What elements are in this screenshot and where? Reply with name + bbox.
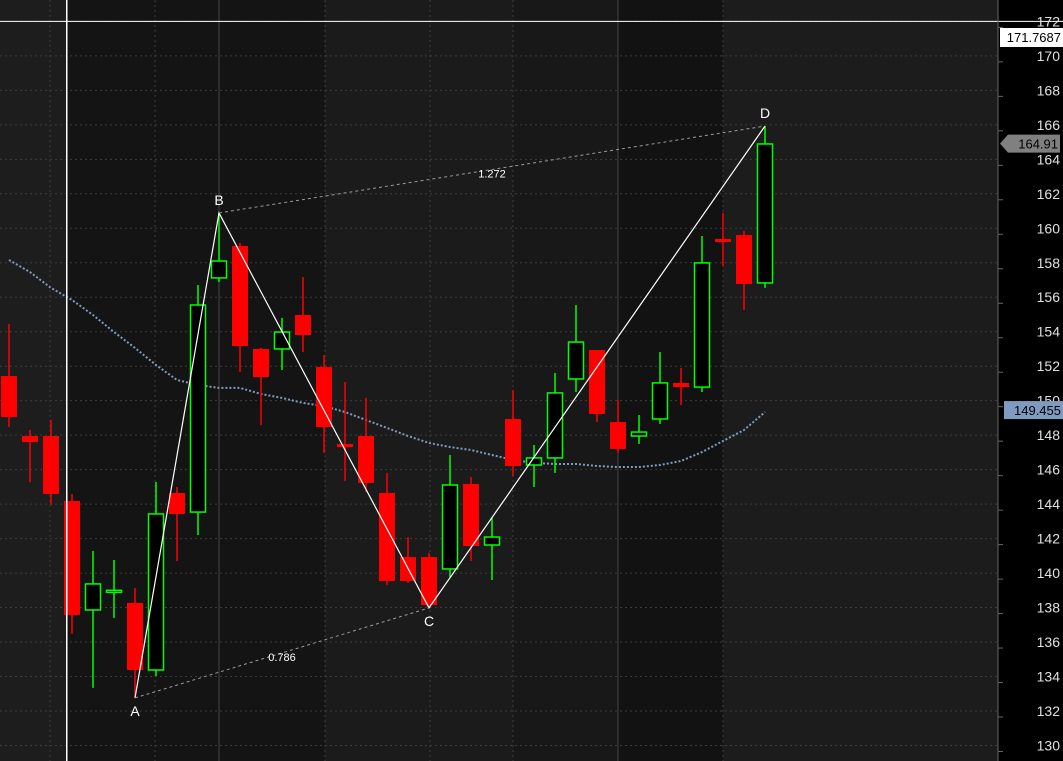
- candle-body: [210, 260, 228, 279]
- candle-body: [232, 246, 248, 347]
- axis-tick-label: 168: [1037, 82, 1061, 98]
- candle-body: [567, 341, 585, 380]
- candle-body: [483, 536, 501, 546]
- axis-tick-label: 170: [1037, 48, 1061, 64]
- candle-body: [610, 422, 626, 449]
- background-band: [325, 0, 513, 761]
- candle-body: [295, 314, 311, 335]
- candle-body: [546, 392, 564, 459]
- pattern-point-label: B: [214, 192, 223, 208]
- candle-body: [127, 602, 143, 670]
- bullish-candle: [189, 284, 207, 535]
- candle-body: [1, 376, 17, 418]
- axis-tick-label: 156: [1037, 289, 1061, 305]
- axis-tick-label: 166: [1037, 117, 1061, 133]
- axis-tick-label: 136: [1037, 634, 1061, 650]
- ma-value-label: 149.455: [1014, 403, 1061, 418]
- candle-body: [43, 436, 59, 494]
- bearish-candle: [589, 349, 605, 423]
- candle-body: [147, 513, 165, 671]
- axis-tick-label: 140: [1037, 565, 1061, 581]
- candle-body: [673, 382, 689, 388]
- crosshair-price-label: 171.7687: [1007, 30, 1061, 45]
- candle-body: [169, 492, 185, 514]
- axis-tick-label: 158: [1037, 255, 1061, 271]
- axis-tick-label: 130: [1037, 737, 1061, 753]
- candle-body: [715, 238, 731, 243]
- candle-body: [463, 483, 479, 547]
- candle-body: [756, 143, 774, 284]
- axis-tick-label: 144: [1037, 496, 1061, 512]
- axis-tick-label: 154: [1037, 324, 1061, 340]
- candlestick-chart[interactable]: 0.786 1.272 A B C D 130 132 134 136 138 140 142 144 1…: [0, 0, 1063, 761]
- pattern-point-label: A: [130, 703, 140, 719]
- candle-body: [253, 348, 269, 378]
- last-price-label: 164.91: [1018, 137, 1058, 152]
- axis-tick-label: 160: [1037, 220, 1061, 236]
- axis-tick-label: 142: [1037, 531, 1061, 547]
- candle-body: [630, 431, 648, 437]
- axis-tick-label: 172: [1037, 13, 1061, 29]
- candle-body: [505, 418, 521, 467]
- bullish-candle: [756, 126, 774, 288]
- candle-body: [651, 382, 669, 420]
- candle-body: [84, 583, 102, 611]
- candle-body: [358, 436, 374, 483]
- candle-body: [337, 443, 353, 448]
- axis-tick-label: 152: [1037, 358, 1061, 374]
- candle-body: [736, 235, 752, 284]
- candle-body: [105, 589, 123, 594]
- axis-tick-label: 148: [1037, 427, 1061, 443]
- candle-body: [693, 262, 711, 388]
- candle-body: [22, 436, 38, 443]
- axis-tick-label: 162: [1037, 186, 1061, 202]
- pattern-point-label: D: [760, 105, 770, 121]
- axis-tick-label: 146: [1037, 462, 1061, 478]
- axis-tick-label: 138: [1037, 600, 1061, 616]
- candle-body: [379, 492, 395, 582]
- axis-tick-label: 164: [1037, 151, 1061, 167]
- axis-tick-label: 134: [1037, 669, 1061, 685]
- ratio-label: 1.272: [478, 168, 506, 180]
- ratio-label: 0.786: [268, 652, 296, 664]
- candle-body: [441, 484, 459, 570]
- axis-tick-label: 132: [1037, 703, 1061, 719]
- pattern-point-label: C: [424, 613, 434, 629]
- candle-body: [316, 367, 332, 428]
